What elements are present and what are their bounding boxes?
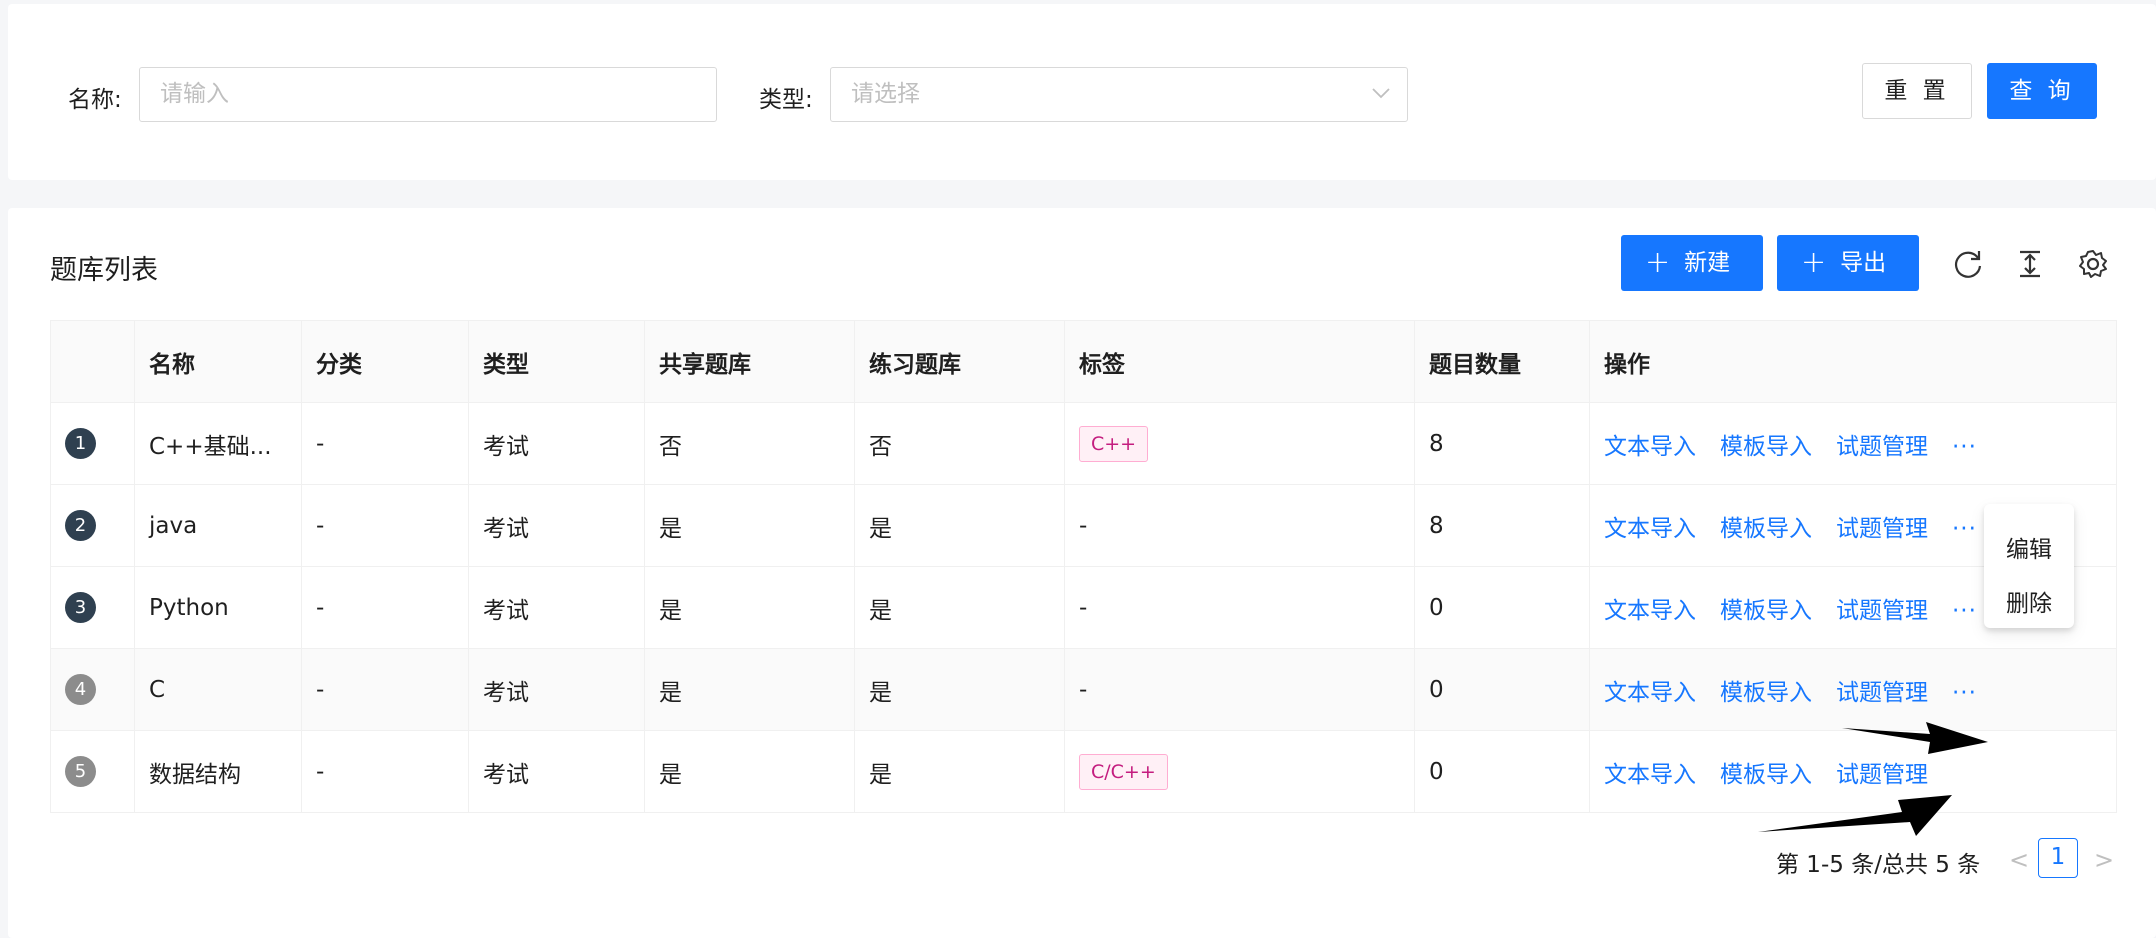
annotation-arrow-edit — [1842, 722, 1988, 754]
page: 名称: 请输入 类型: 请选择 重 置 查 询 题库列表 + 新建 + 导出 名… — [0, 0, 2156, 938]
annotation-arrow-delete — [1758, 795, 1952, 836]
annotation-arrows — [1758, 722, 1988, 836]
